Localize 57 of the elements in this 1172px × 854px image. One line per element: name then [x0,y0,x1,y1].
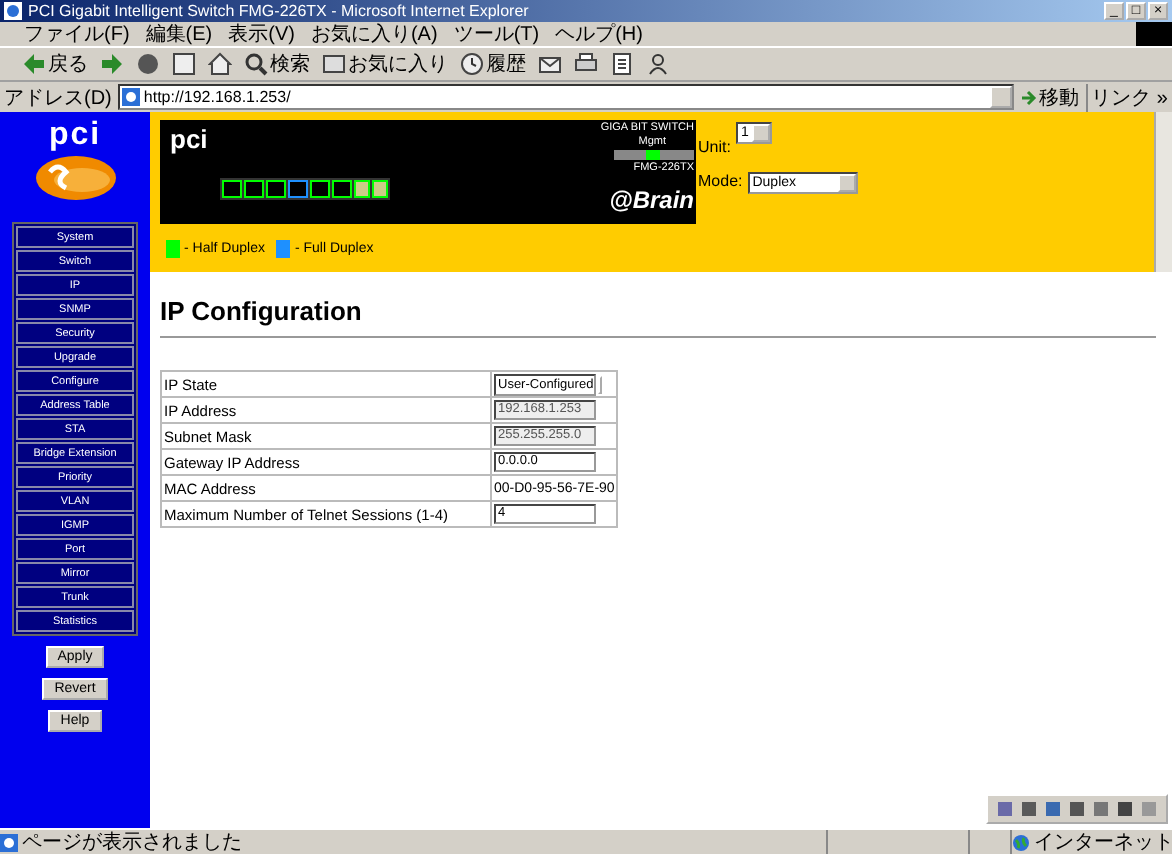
edit-button[interactable] [608,52,636,76]
language-bar-icon[interactable] [1116,800,1134,818]
led-bar-icon [614,150,694,160]
stop-icon [136,52,160,76]
history-button[interactable]: 履歴 [458,50,528,78]
page-icon [0,833,18,851]
window-title: PCI Gigabit Intelligent Switch FMG-226TX - Microsoft Internet Explorer [28,2,531,20]
language-bar-icon[interactable] [996,800,1014,818]
mail-icon [538,52,562,76]
menu-item[interactable]: 表示(V) [228,20,295,48]
browser-icon [4,2,22,20]
language-bar-icon[interactable] [1044,800,1062,818]
globe-icon [1012,833,1030,851]
document-icon [610,52,634,76]
arrow-icon [1019,88,1038,106]
address-label: アドレス(D) [4,85,112,111]
language-bar-icon[interactable] [1092,800,1110,818]
unit-label: Unit: [698,138,731,156]
menu-item[interactable]: ツール(T) [453,20,540,48]
brand-logo: pci [170,126,210,152]
language-bar-icon[interactable] [1020,800,1038,818]
zone-label: インターネット [1034,830,1172,854]
page-icon [172,52,196,76]
language-bar-icon[interactable] [1068,800,1086,818]
mode-label: Mode: [698,172,743,194]
page-icon [121,88,140,106]
house-icon [208,52,232,76]
favorites-button[interactable]: お気に入り [320,50,450,78]
refresh-button[interactable] [170,52,198,76]
forward-arrow-icon [100,52,124,76]
person-icon [646,52,670,76]
brand-logo: @Brain [609,186,694,214]
stop-button[interactable] [134,52,162,76]
back-arrow-icon [22,52,46,76]
page-heading: IP Configuration [160,296,364,326]
messenger-button[interactable] [644,52,672,76]
search-icon [244,52,268,76]
windows-logo [1136,22,1172,46]
search-button[interactable]: 検索 [242,50,312,78]
status-message: ページが表示されました [22,829,242,854]
menu-item[interactable]: 編集(E) [145,20,213,48]
forward-button[interactable] [98,52,126,76]
back-button[interactable]: 戻る [20,50,90,78]
menu-item[interactable]: お気に入り(A) [310,20,438,48]
mail-button[interactable] [536,52,564,76]
print-button[interactable] [572,52,600,76]
home-button[interactable] [206,52,234,76]
menu-item[interactable]: ファイル(F) [24,20,130,48]
folder-icon [322,52,346,76]
emblem-logo-icon [33,154,117,202]
menu-item[interactable]: ヘルプ(H) [555,20,643,48]
go-button[interactable]: 移動 [1019,83,1080,111]
address-field[interactable]: http://192.168.1.253/ [117,84,1014,110]
scrollbar[interactable] [1154,112,1172,272]
printer-icon [574,52,598,76]
brand-logo: pci [48,120,102,150]
clock-icon [460,52,484,76]
